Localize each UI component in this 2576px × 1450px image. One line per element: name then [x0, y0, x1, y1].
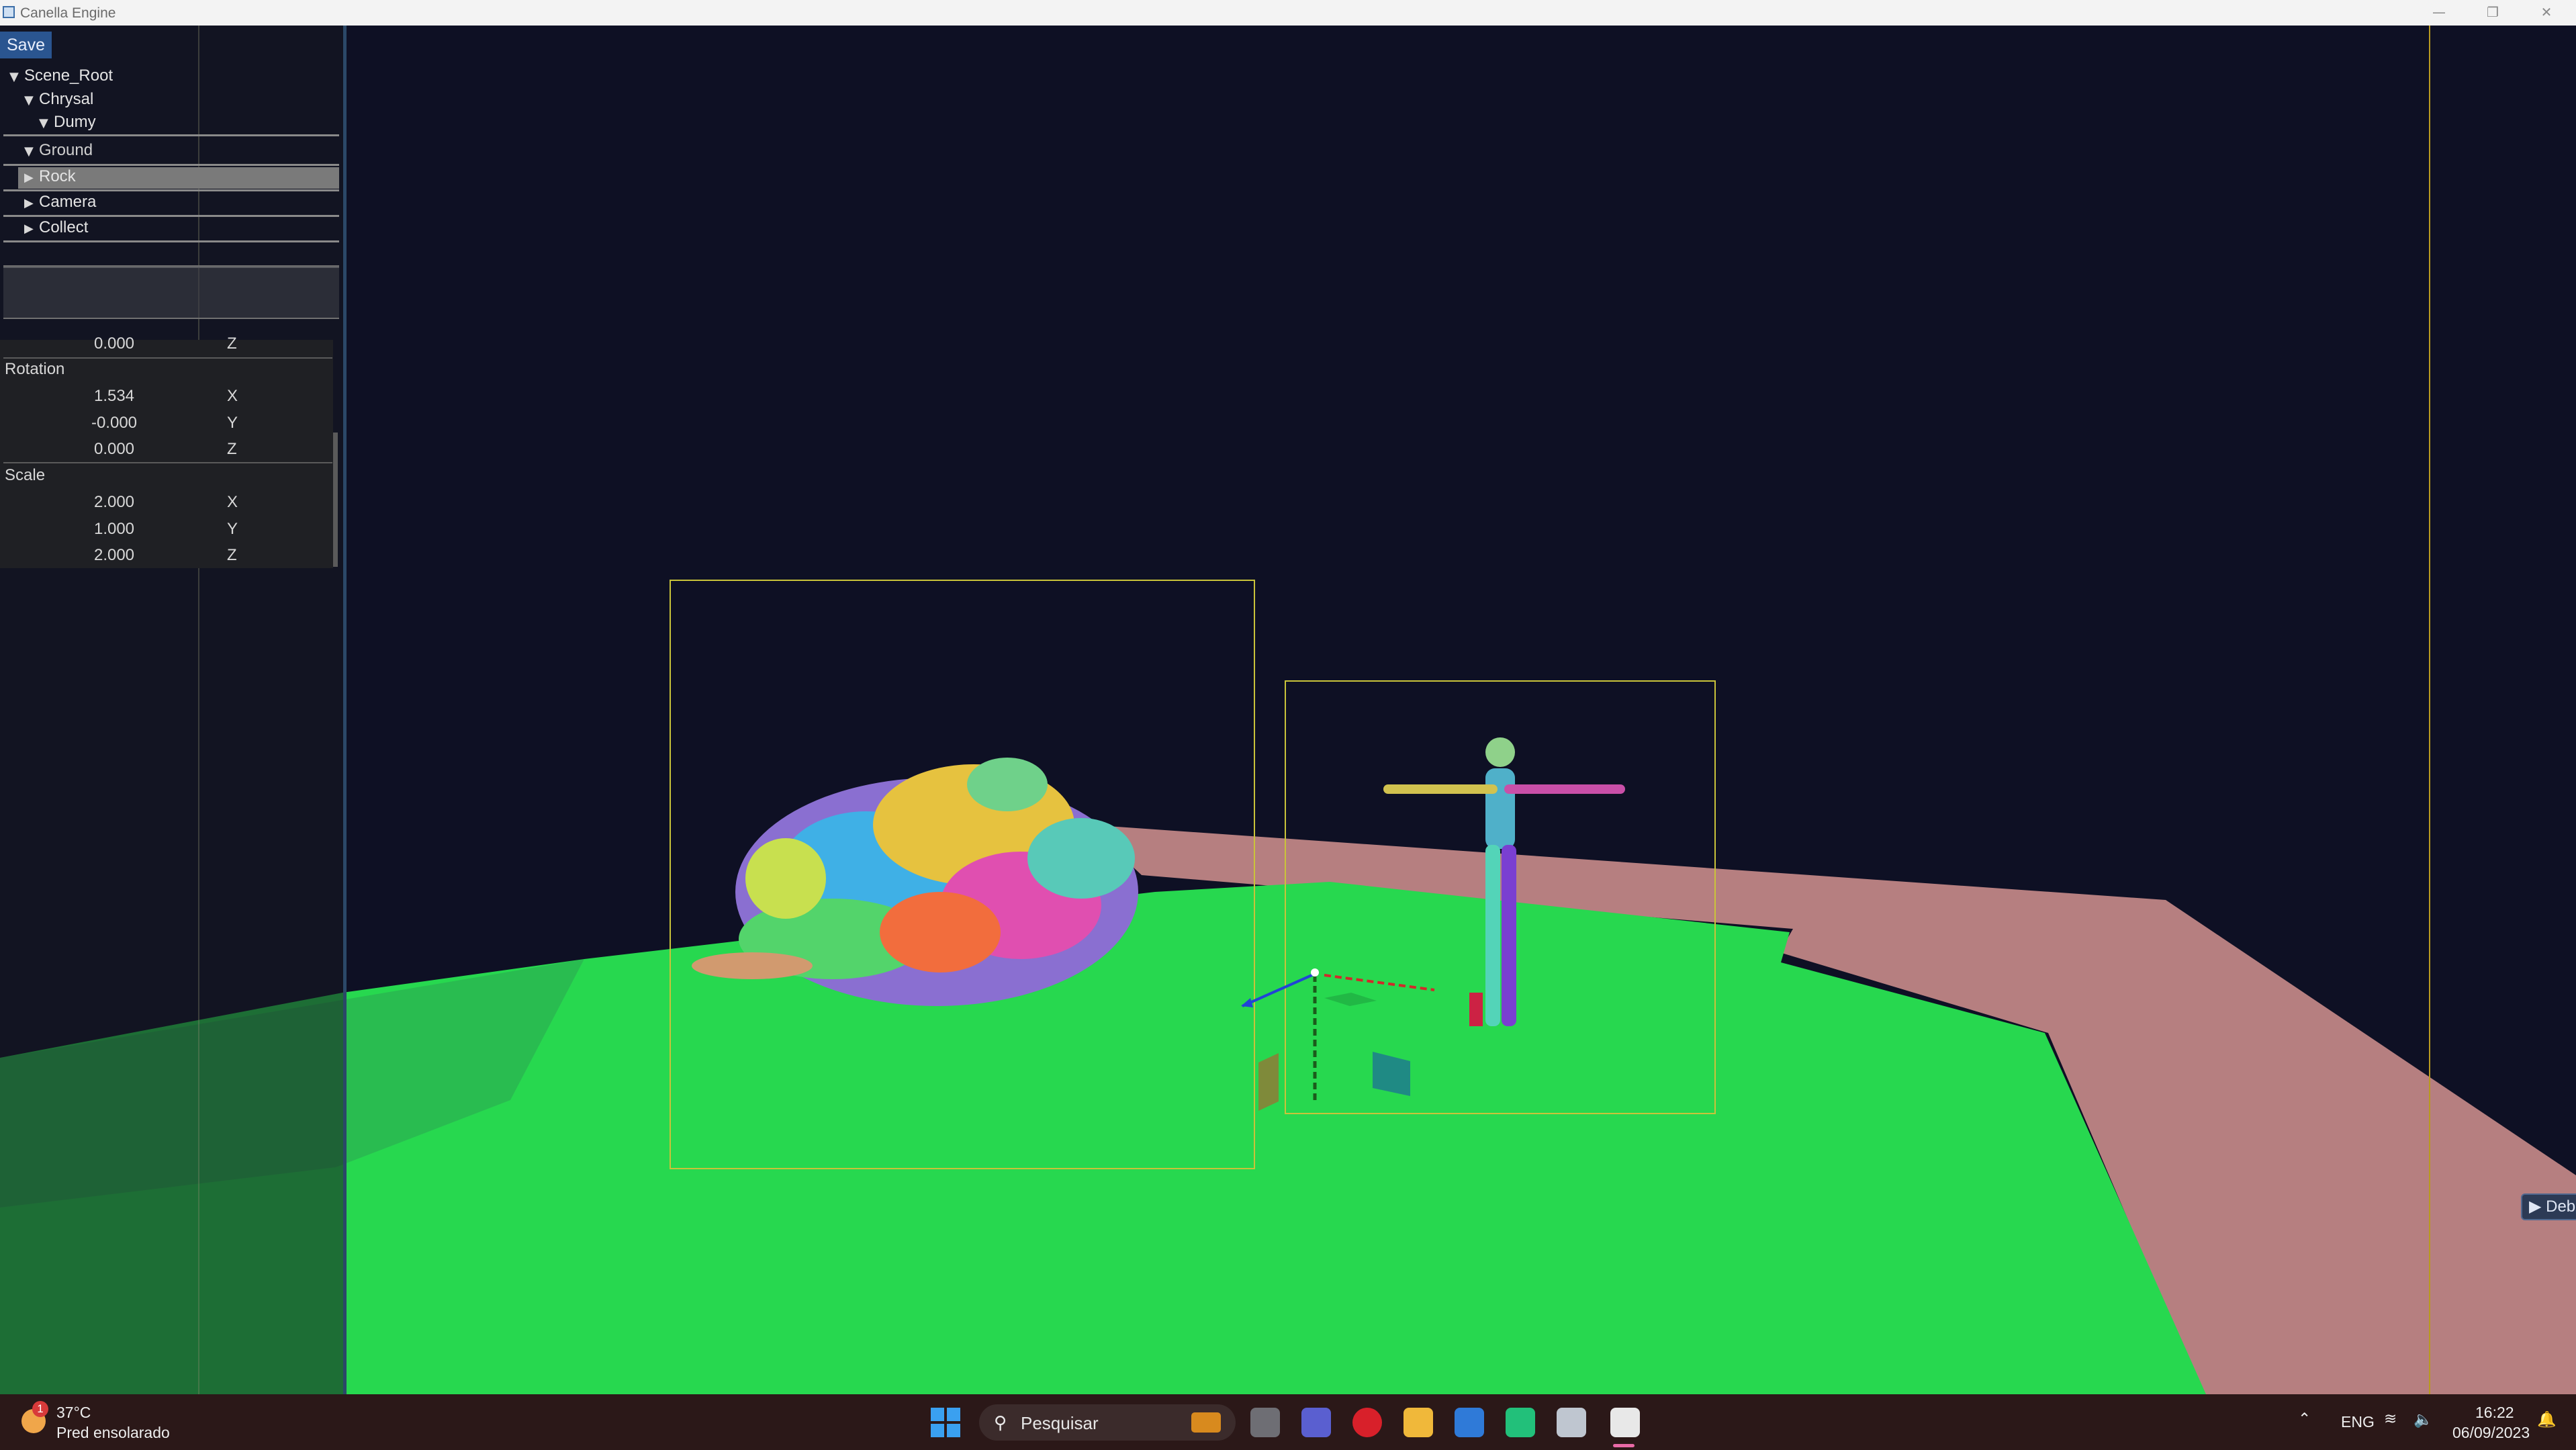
- tree-item-label: Scene_Root: [24, 66, 113, 85]
- app-icon: [3, 6, 15, 18]
- tree-separator: [3, 134, 339, 136]
- tree-item-chrysal[interactable]: ▼ Chrysal: [24, 88, 93, 111]
- app-window-icon[interactable]: [1557, 1408, 1586, 1437]
- expand-arrow-icon[interactable]: ▼: [39, 112, 54, 135]
- save-button[interactable]: Save: [0, 32, 52, 58]
- tree-item-camera[interactable]: ▶ Camera: [24, 191, 96, 214]
- tree-item-label: Dumy: [54, 113, 96, 131]
- store-icon[interactable]: [1455, 1408, 1484, 1437]
- canella-engine-icon[interactable]: [1610, 1408, 1640, 1437]
- scene-render: [0, 26, 2576, 1394]
- file-explorer-icon[interactable]: [1404, 1408, 1433, 1437]
- panel-divider-line: [198, 26, 199, 1394]
- clock-time[interactable]: 16:22: [2475, 1404, 2514, 1422]
- tree-item-label: Ground: [39, 141, 93, 159]
- maximize-button[interactable]: ❐: [2479, 1, 2506, 23]
- active-app-indicator: [1613, 1444, 1635, 1447]
- search-placeholder: Pesquisar: [1021, 1413, 1099, 1433]
- tree-item-label: Chrysal: [39, 90, 94, 108]
- expand-arrow-icon[interactable]: ▼: [24, 140, 39, 163]
- scene-viewport[interactable]: [0, 26, 2576, 1394]
- expand-arrow-icon[interactable]: ▶: [24, 192, 39, 215]
- opera-icon[interactable]: [1352, 1408, 1382, 1437]
- scene-panel: Save ▼ Scene_Root ▼ Chrysal ▼ Dumy ▼ Ground …: [0, 26, 347, 1394]
- window-title: Canella Engine: [20, 5, 116, 21]
- tray-overflow-icon[interactable]: ⌃: [2298, 1410, 2311, 1428]
- taskbar-search[interactable]: ⚲ Pesquisar: [979, 1404, 1236, 1441]
- weather-description[interactable]: Pred ensolarado: [56, 1424, 170, 1442]
- search-highlight-icon: [1191, 1412, 1221, 1433]
- taskbar: 1 37°C Pred ensolarado ⚲ Pesquisar ⌃ ENG…: [0, 1394, 2576, 1450]
- task-view-icon[interactable]: [1250, 1408, 1280, 1437]
- language-indicator[interactable]: ENG: [2341, 1413, 2375, 1431]
- weather-temperature[interactable]: 37°C: [56, 1404, 91, 1422]
- close-button[interactable]: ✕: [2533, 1, 2560, 23]
- tree-item-dumy[interactable]: ▼ Dumy: [39, 111, 96, 134]
- start-icon[interactable]: [931, 1408, 960, 1437]
- tree-item-rock[interactable]: ▶ Rock: [24, 165, 76, 188]
- hierarchy-empty-area: [3, 265, 339, 319]
- inspector-scrollbar[interactable]: [333, 433, 338, 567]
- clion-icon[interactable]: [1506, 1408, 1535, 1437]
- search-icon: ⚲: [994, 1413, 1007, 1433]
- expand-arrow-icon[interactable]: ▼: [24, 89, 39, 112]
- tree-separator: [3, 240, 339, 242]
- tree-item-label: Collect: [39, 218, 89, 236]
- clock-date[interactable]: 06/09/2023: [2452, 1424, 2530, 1442]
- title-bar: Canella Engine — ❐ ✕: [0, 0, 2576, 26]
- volume-icon[interactable]: 🔈: [2413, 1410, 2433, 1429]
- wifi-icon[interactable]: ≋: [2384, 1410, 2397, 1428]
- expand-arrow-icon[interactable]: ▼: [9, 66, 24, 89]
- tree-item-label: Camera: [39, 193, 97, 211]
- notification-bell-icon[interactable]: 🔔: [2537, 1410, 2557, 1429]
- tree-item-scene-root[interactable]: ▼ Scene_Root: [9, 64, 113, 87]
- expand-arrow-icon[interactable]: ▶: [24, 218, 39, 240]
- tree-item-ground[interactable]: ▼ Ground: [24, 139, 93, 162]
- expand-arrow-icon[interactable]: ▶: [24, 167, 39, 189]
- tree-item-label: Rock: [39, 167, 76, 185]
- weather-badge: 1: [32, 1401, 48, 1417]
- inspector-scroll-area: [0, 340, 338, 568]
- tree-item-collect[interactable]: ▶ Collect: [24, 216, 88, 239]
- debug-button[interactable]: ▶ Debug: [2521, 1193, 2576, 1220]
- minimize-button[interactable]: —: [2426, 1, 2452, 23]
- teams-icon[interactable]: [1301, 1408, 1331, 1437]
